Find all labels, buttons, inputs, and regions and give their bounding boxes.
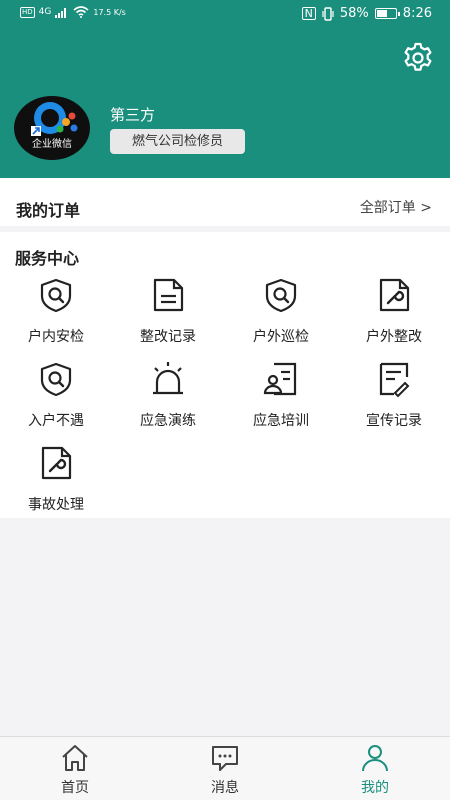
network-type: 4G [38,7,52,17]
service-outdoor-rectification[interactable]: 户外整改 [338,276,450,356]
service-label: 整改记录 [140,329,196,345]
document-icon [153,278,184,312]
home-icon [62,745,88,771]
service-emergency-drill[interactable]: 应急演练 [112,360,224,440]
service-label: 户外巡检 [253,329,309,345]
tab-label: 首页 [61,780,89,796]
nfc-icon: N [301,7,316,20]
profile-header: HD 4G 17.5 K/s N 58% 8:26 企业微信 第三方 燃气公司检… [0,0,450,178]
avatar-caption: 企业微信 [32,139,72,150]
service-label: 户内安检 [28,329,84,345]
service-label: 应急培训 [253,413,309,429]
shield-search-icon [265,278,297,313]
service-not-home[interactable]: 入户不遇 [0,360,112,440]
edit-document-icon [379,362,410,398]
service-emergency-training[interactable]: 应急培训 [225,360,337,440]
hd-icon: HD [20,6,35,18]
vibrate-icon [322,6,334,21]
service-label: 宣传记录 [366,413,422,429]
my-orders-row[interactable]: 我的订单 全部订单 > [0,178,450,226]
tab-mine[interactable]: 我的 [300,737,450,800]
shield-search-icon [40,278,72,313]
service-center-title: 服务中心 [15,249,80,268]
my-orders-title: 我的订单 [16,201,81,220]
user-name: 第三方 [110,106,156,124]
wrench-document-icon [379,278,410,312]
wifi-icon [73,6,89,18]
battery-icon [374,8,400,19]
service-publicity-records[interactable]: 宣传记录 [338,360,450,440]
person-document-icon [263,362,297,396]
service-indoor-inspection[interactable]: 户内安检 [0,276,112,356]
tab-messages[interactable]: 消息 [150,737,300,800]
wecom-logo [31,102,78,136]
service-label: 户外整改 [366,329,422,345]
service-outdoor-patrol[interactable]: 户外巡检 [225,276,337,356]
network-speed: 17.5 K/s [93,7,126,17]
battery-percent: 58% [339,6,369,21]
service-label: 事故处理 [28,497,84,513]
service-label: 入户不遇 [28,413,84,429]
tab-label: 我的 [361,780,389,796]
alarm-light-icon [153,362,183,395]
message-icon [212,746,238,771]
profile-icon [362,745,388,772]
tab-home[interactable]: 首页 [0,737,150,800]
all-orders-link[interactable]: 全部订单 > [360,197,432,217]
service-label: 应急演练 [140,413,196,429]
bottom-tab-bar: 首页 消息 我的 [0,736,450,800]
status-bar: HD 4G 17.5 K/s N 58% 8:26 [0,0,450,30]
service-accident-handling[interactable]: 事故处理 [0,444,112,524]
avatar[interactable]: 企业微信 [14,96,90,160]
signal-icon [55,7,67,18]
tab-label: 消息 [211,780,239,796]
wrench-document-icon [41,446,72,480]
service-center: 服务中心 户内安检 整改记录 户外巡检 户外整改 入户不遇 应急演练 应急培训 … [0,232,450,518]
shield-search-icon [40,362,72,397]
settings-gear-icon[interactable] [401,41,435,75]
service-rectification-records[interactable]: 整改记录 [112,276,224,356]
clock: 8:26 [402,6,432,21]
role-badge: 燃气公司检修员 [110,129,245,154]
